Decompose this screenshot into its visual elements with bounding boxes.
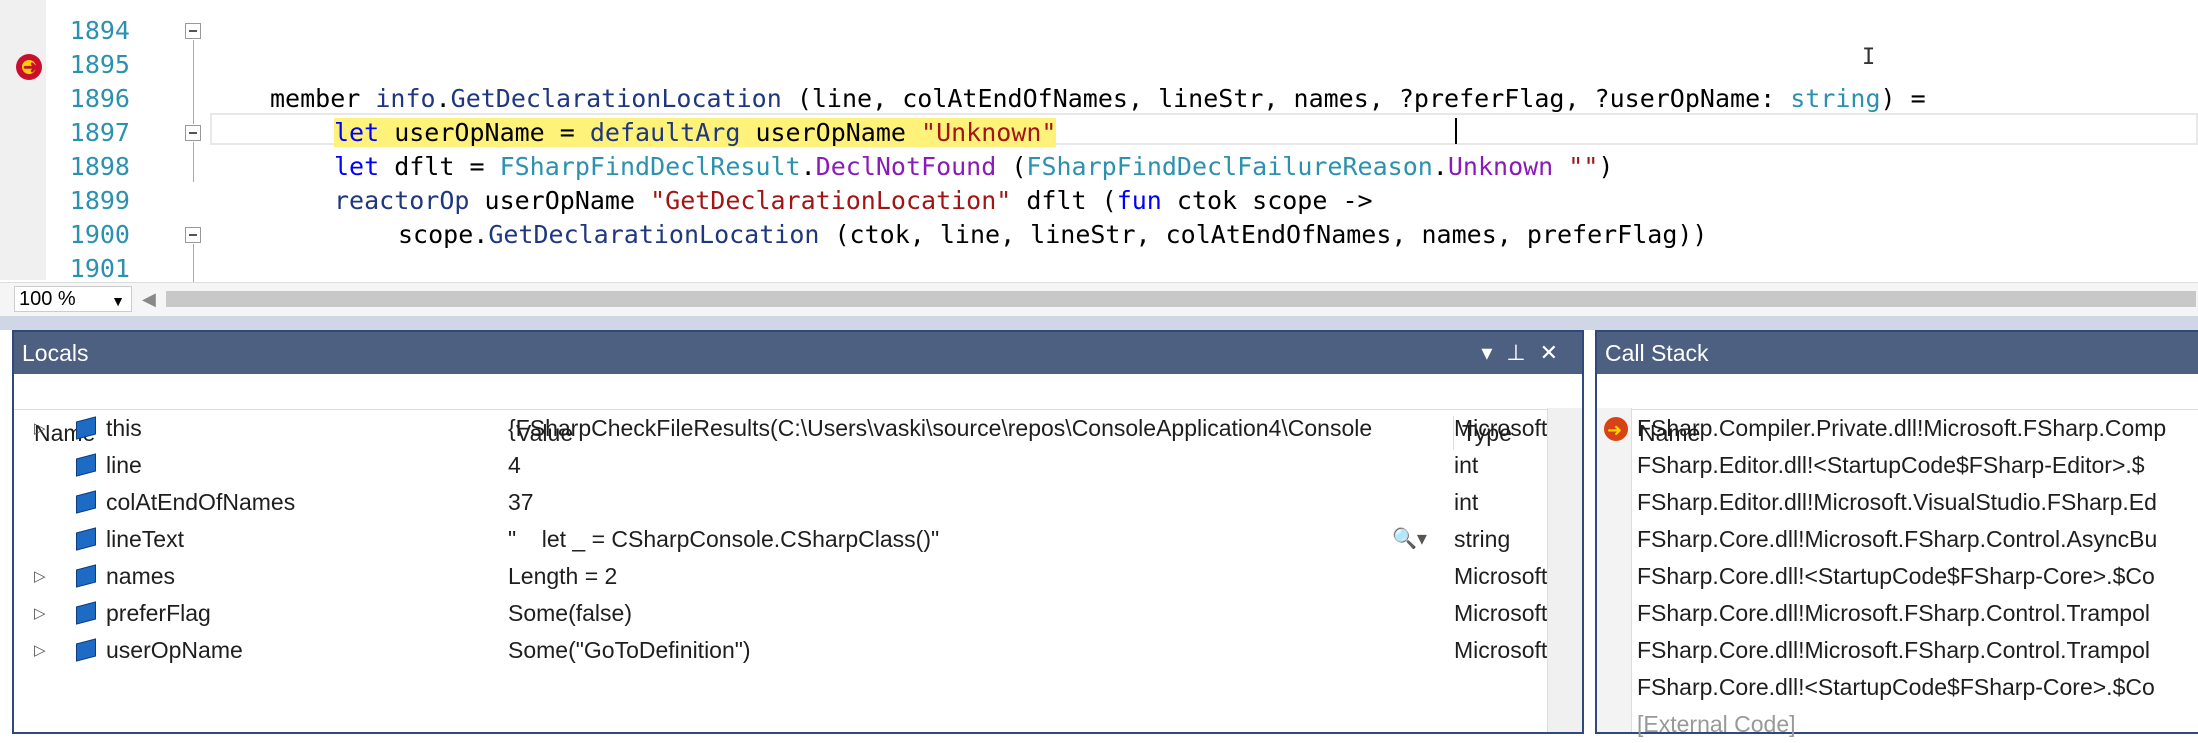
call-stack-frame[interactable]: FSharp.Compiler.Private.dll!Microsoft.FS… — [1597, 410, 2198, 447]
collapse-region-toggle[interactable] — [185, 227, 201, 243]
chevron-down-icon: ▼ — [111, 293, 125, 309]
fold-guide — [193, 142, 194, 182]
locals-row[interactable]: line 4 int — [14, 447, 1549, 484]
code-line[interactable]: 1900 — [0, 184, 2198, 249]
locals-title-bar[interactable]: Locals ▾⊥✕ — [14, 332, 1582, 374]
local-name: preferFlag — [106, 600, 211, 626]
local-type: Microsoft — [1454, 415, 1548, 441]
local-name: line — [106, 452, 142, 478]
call-stack-frame[interactable]: FSharp.Editor.dll!<StartupCode$FSharp-Ed… — [1597, 447, 2198, 484]
frame-name: FSharp.Editor.dll!<StartupCode$FSharp-Ed… — [1637, 452, 2145, 478]
local-value: {FSharpCheckFileResults(C:\Users\vaski\s… — [508, 415, 1373, 441]
code-line[interactable]: 1897 let dflt = FSharpFindDeclResult.Dec… — [0, 82, 2198, 181]
local-name: colAtEndOfNames — [106, 489, 296, 515]
pane-splitter[interactable] — [0, 316, 2198, 330]
local-name: lineText — [106, 526, 184, 552]
window-position-dropdown-icon[interactable]: ▾ — [1481, 340, 1506, 365]
locals-row[interactable]: ▷ preferFlag Some(false) Microsoft — [14, 595, 1549, 632]
frame-name: FSharp.Compiler.Private.dll!Microsoft.FS… — [1637, 415, 2167, 441]
expand-arrow-icon[interactable]: ▷ — [34, 558, 46, 595]
local-variable-icon — [76, 527, 96, 551]
local-type: string — [1454, 526, 1511, 552]
locals-row[interactable]: ▷ userOpName Some("GoToDefinition") Micr… — [14, 632, 1549, 669]
frame-name: FSharp.Core.dll!<StartupCode$FSharp-Core… — [1637, 674, 2155, 700]
local-variable-icon — [76, 453, 96, 477]
call-stack-frame-external[interactable]: [External Code] — [1597, 706, 2198, 743]
editor-bottom-bar: 100 % ▼ ◀ — [0, 282, 2198, 316]
locals-window: Locals ▾⊥✕ Name Value Type ▷ this {FShar… — [12, 330, 1584, 734]
current-frame-arrow-icon — [1604, 412, 1628, 447]
code-line[interactable]: 1901 member info.GetSymbolUseAtLocation … — [0, 218, 2198, 316]
horizontal-scrollbar-thumb[interactable] — [166, 291, 2196, 307]
local-variable-icon — [76, 490, 96, 514]
code-line[interactable]: 1902 let userOpName = defaultArg userOpN… — [0, 252, 2198, 316]
local-type: int — [1454, 489, 1479, 515]
code-line[interactable]: 1895 member info.GetDeclarationLocation … — [0, 14, 2198, 113]
fold-guide — [193, 40, 194, 124]
local-type: Microsoft — [1454, 637, 1548, 663]
expand-arrow-icon[interactable]: ▷ — [34, 595, 46, 632]
visualizer-magnifier-icon[interactable]: 🔍▾ — [1392, 521, 1427, 558]
call-stack-frame[interactable]: FSharp.Core.dll!<StartupCode$FSharp-Core… — [1597, 669, 2198, 706]
local-variable-icon — [76, 416, 96, 440]
zoom-level-value: 100 % — [19, 288, 76, 310]
local-name: names — [106, 563, 176, 589]
call-stack-frame[interactable]: FSharp.Core.dll!Microsoft.FSharp.Control… — [1597, 521, 2198, 558]
frame-name: FSharp.Core.dll!Microsoft.FSharp.Control… — [1637, 526, 2158, 552]
expand-arrow-icon[interactable]: ▷ — [34, 632, 46, 669]
local-value: 37 — [508, 489, 534, 515]
frame-name: FSharp.Core.dll!Microsoft.FSharp.Control… — [1637, 637, 2150, 663]
local-value: Length = 2 — [508, 563, 618, 589]
call-stack-header-row: Name — [1597, 374, 2198, 450]
mouse-ibeam-cursor: I — [1862, 45, 1876, 70]
locals-row[interactable]: colAtEndOfNames 37 int — [14, 484, 1549, 521]
collapse-region-toggle[interactable] — [185, 23, 201, 39]
locals-row[interactable]: ▷ names Length = 2 Microsoft — [14, 558, 1549, 595]
close-icon[interactable]: ✕ — [1540, 340, 1572, 365]
code-line[interactable]: 1894 — [0, 0, 2198, 45]
frame-name: [External Code] — [1637, 711, 1796, 737]
text-caret — [1455, 118, 1457, 144]
local-variable-icon — [76, 638, 96, 662]
pin-icon[interactable]: ⊥ — [1506, 340, 1539, 365]
fold-guide — [193, 244, 194, 284]
locals-row[interactable]: lineText " let _ = CSharpConsole.CSharpC… — [14, 521, 1549, 558]
call-stack-title: Call Stack — [1605, 340, 1709, 366]
call-stack-frame[interactable]: FSharp.Core.dll!<StartupCode$FSharp-Core… — [1597, 558, 2198, 595]
locals-header-row: Name Value Type — [14, 374, 1582, 450]
call-stack-window: Call Stack Name FSharp.Compiler.Private.… — [1595, 330, 2198, 737]
local-value: Some(false) — [508, 600, 632, 626]
call-stack-frame[interactable]: FSharp.Editor.dll!Microsoft.VisualStudio… — [1597, 484, 2198, 521]
collapse-region-toggle[interactable] — [185, 125, 201, 141]
code-line[interactable]: 1898 reactorOp userOpName "GetDeclaratio… — [0, 116, 2198, 215]
frame-name: FSharp.Core.dll!<StartupCode$FSharp-Core… — [1637, 563, 2155, 589]
code-editor[interactable]: 1894 1895 member info.GetDeclarationLoca… — [0, 0, 2198, 316]
call-stack-frame[interactable]: FSharp.Core.dll!Microsoft.FSharp.Control… — [1597, 595, 2198, 632]
local-name: userOpName — [106, 637, 243, 663]
local-type: int — [1454, 452, 1479, 478]
locals-vertical-scrollbar[interactable] — [1547, 408, 1582, 732]
expand-arrow-icon[interactable]: ▷ — [34, 410, 46, 447]
local-value: 4 — [508, 452, 521, 478]
local-variable-icon — [76, 564, 96, 588]
call-stack-title-bar[interactable]: Call Stack — [1597, 332, 2198, 374]
code-line[interactable]: 1899 scope.GetDeclarationLocation (ctok,… — [0, 150, 2198, 249]
local-type: Microsoft — [1454, 600, 1548, 626]
locals-title: Locals — [22, 340, 89, 366]
local-type: Microsoft — [1454, 563, 1548, 589]
frame-name: FSharp.Editor.dll!Microsoft.VisualStudio… — [1637, 489, 2157, 515]
locals-row[interactable]: ▷ this {FSharpCheckFileResults(C:\Users\… — [14, 410, 1549, 447]
local-value: Some("GoToDefinition") — [508, 637, 751, 663]
local-variable-icon — [76, 601, 96, 625]
call-stack-frame[interactable]: FSharp.Core.dll!Microsoft.FSharp.Control… — [1597, 632, 2198, 669]
local-name: this — [106, 415, 142, 441]
local-value: " let _ = CSharpConsole.CSharpClass()" — [508, 526, 940, 552]
scroll-left-arrow-icon[interactable]: ◀ — [142, 289, 156, 310]
frame-name: FSharp.Core.dll!Microsoft.FSharp.Control… — [1637, 600, 2150, 626]
zoom-level-dropdown[interactable]: 100 % ▼ — [14, 286, 132, 312]
